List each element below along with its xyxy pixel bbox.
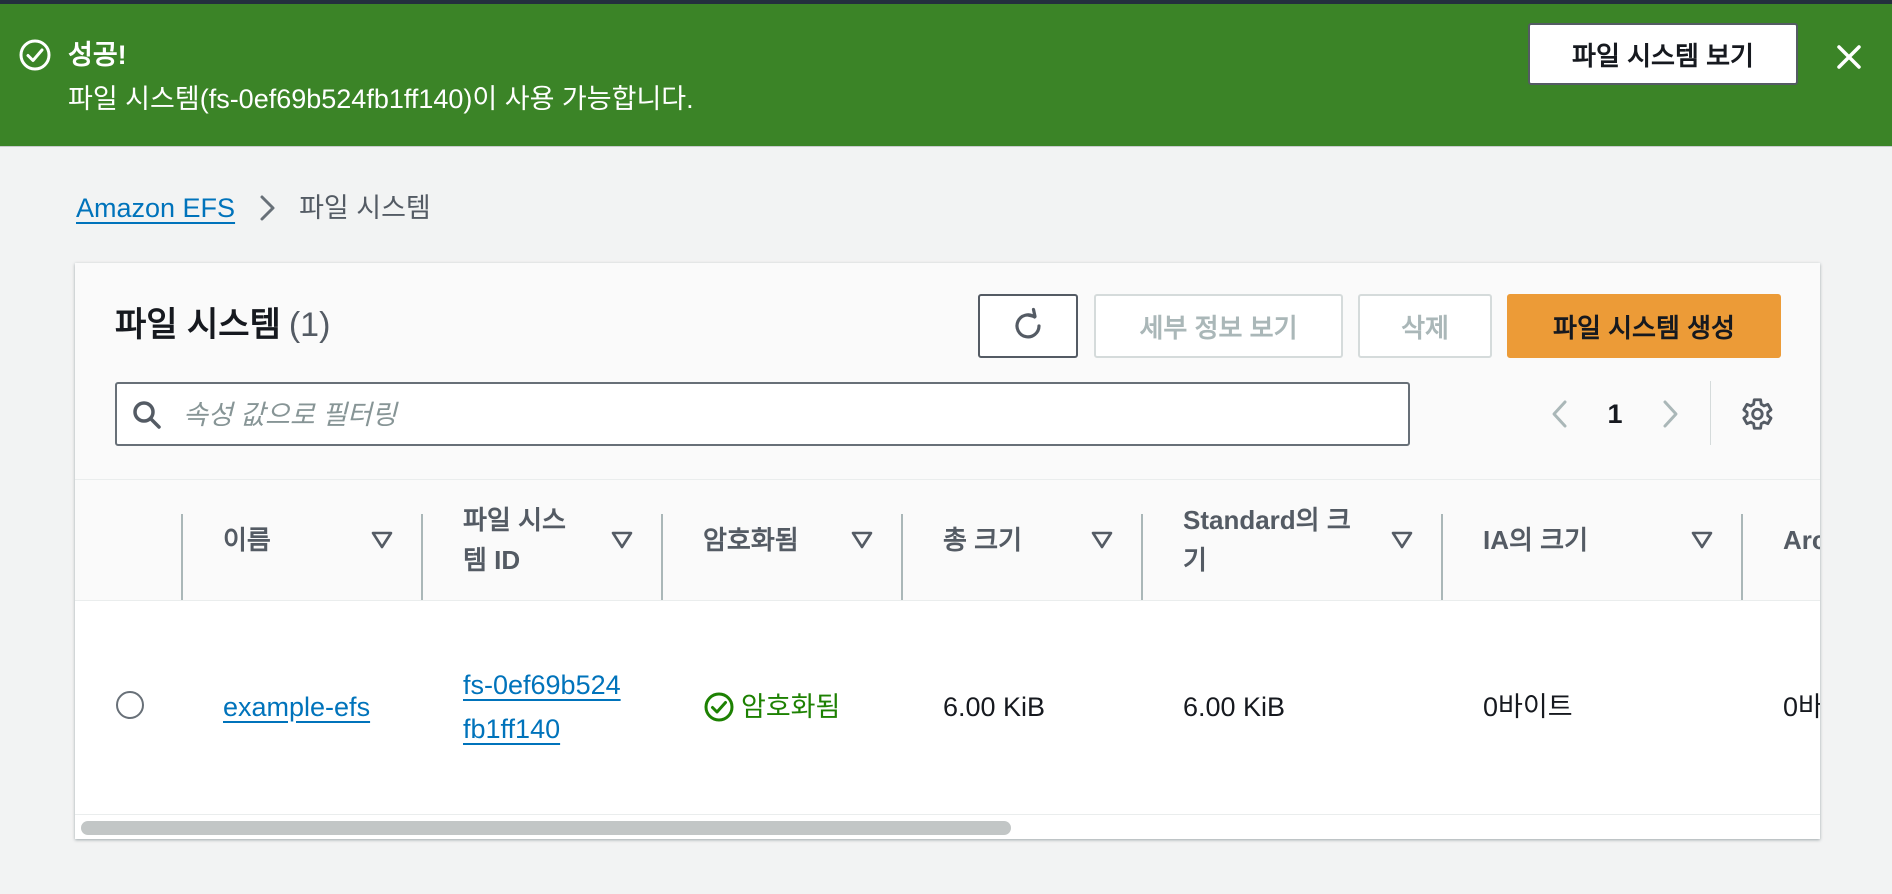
chevron-right-icon[interactable] [1655,394,1685,434]
search-icon [133,401,161,429]
cell-file-system-id: fs-0ef69b524fb1ff140 [463,600,623,814]
refresh-button[interactable] [978,294,1078,358]
row-select-radio[interactable] [116,691,144,719]
table-row: example-efs fs-0ef69b524fb1ff140 암호화됨 6.… [75,600,1820,815]
search-input[interactable] [181,392,1395,438]
success-check-icon [19,39,51,71]
sort-icon[interactable] [1091,531,1113,549]
encrypted-status: 암호화됨 [703,685,840,729]
breadcrumb: Amazon EFS 파일 시스템 [76,188,431,228]
panel-count: (1) [288,306,331,344]
scrollbar-thumb[interactable] [81,821,1011,835]
table-header: 이름 파일 시스템 ID 암호화됨 총 크기 Standard의 크기 IA의 … [75,479,1820,601]
close-icon[interactable] [1832,40,1866,74]
column-divider[interactable] [661,514,663,600]
column-header-label: 총 크기 [943,525,1022,555]
sort-icon[interactable] [371,531,393,549]
create-file-system-button[interactable]: 파일 시스템 생성 [1507,294,1781,358]
sort-icon[interactable] [1691,531,1713,549]
column-header-archive-size[interactable]: Arc [1783,480,1820,600]
view-file-system-button[interactable]: 파일 시스템 보기 [1528,23,1798,85]
flash-title: 성공! [68,40,127,70]
chevron-right-icon [260,195,275,221]
column-header-standard-size[interactable]: Standard의 크기 [1183,480,1373,600]
gear-icon[interactable] [1737,395,1775,433]
chevron-left-icon[interactable] [1545,394,1575,434]
panel-title: 파일 시스템 (1) [115,301,330,349]
file-system-id-link[interactable]: fs-0ef69b524fb1ff140 [463,663,623,751]
column-header-ia-size[interactable]: IA의 크기 [1483,480,1623,600]
breadcrumb-amazon-efs-link[interactable]: Amazon EFS [76,188,235,228]
success-flash-banner: 성공! 파일 시스템(fs-0ef69b524fb1ff140)이 사용 가능합… [0,4,1892,147]
breadcrumb-current: 파일 시스템 [299,193,431,223]
column-header-file-system-id[interactable]: 파일 시스템 ID [463,480,583,600]
panel-title-text: 파일 시스템 [115,306,281,344]
column-divider[interactable] [1741,514,1743,600]
cell-total-size: 6.00 KiB [943,692,1046,722]
flash-message: 파일 시스템(fs-0ef69b524fb1ff140)이 사용 가능합니다. [68,84,694,114]
column-divider[interactable] [1441,514,1443,600]
panel-header: 파일 시스템(1) 세부 정보 보기 삭제 파일 시스템 생성 1 [75,263,1820,479]
column-header-label: 파일 시스템 ID [463,505,566,575]
column-header-encrypted[interactable]: 암호화됨 [703,480,843,600]
column-divider[interactable] [1141,514,1143,600]
delete-button[interactable]: 삭제 [1358,294,1492,358]
refresh-icon [1015,307,1041,339]
column-header-label: IA의 크기 [1483,525,1588,555]
column-divider[interactable] [421,514,423,600]
column-header-name[interactable]: 이름 [223,480,363,600]
column-divider[interactable] [901,514,903,600]
pager-divider [1710,381,1711,445]
sort-icon[interactable] [611,531,633,549]
column-divider [181,514,183,600]
horizontal-scrollbar[interactable] [75,815,1820,839]
success-check-icon [704,692,734,722]
file-systems-panel: 파일 시스템(1) 세부 정보 보기 삭제 파일 시스템 생성 1 [75,263,1820,839]
file-system-name-link[interactable]: example-efs [223,685,370,729]
view-details-button[interactable]: 세부 정보 보기 [1094,294,1343,358]
column-header-label: 암호화됨 [703,525,799,555]
column-header-total-size[interactable]: 총 크기 [943,480,1083,600]
cell-ia-size: 0바이트 [1483,692,1573,722]
page-number[interactable]: 1 [1575,399,1655,430]
column-header-label: Standard의 크기 [1183,505,1351,575]
pagination: 1 [1545,391,1685,437]
cell-archive-size: 0바 [1783,692,1820,722]
sort-icon[interactable] [851,531,873,549]
cell-standard-size: 6.00 KiB [1183,692,1286,722]
column-header-label: Arc [1783,525,1820,555]
column-header-label: 이름 [223,525,271,555]
sort-icon[interactable] [1391,531,1413,549]
cell-encrypted: 암호화됨 [703,600,840,814]
cell-name: example-efs [223,600,370,814]
encrypted-status-text: 암호화됨 [741,692,841,722]
filter-search-box [115,382,1410,446]
